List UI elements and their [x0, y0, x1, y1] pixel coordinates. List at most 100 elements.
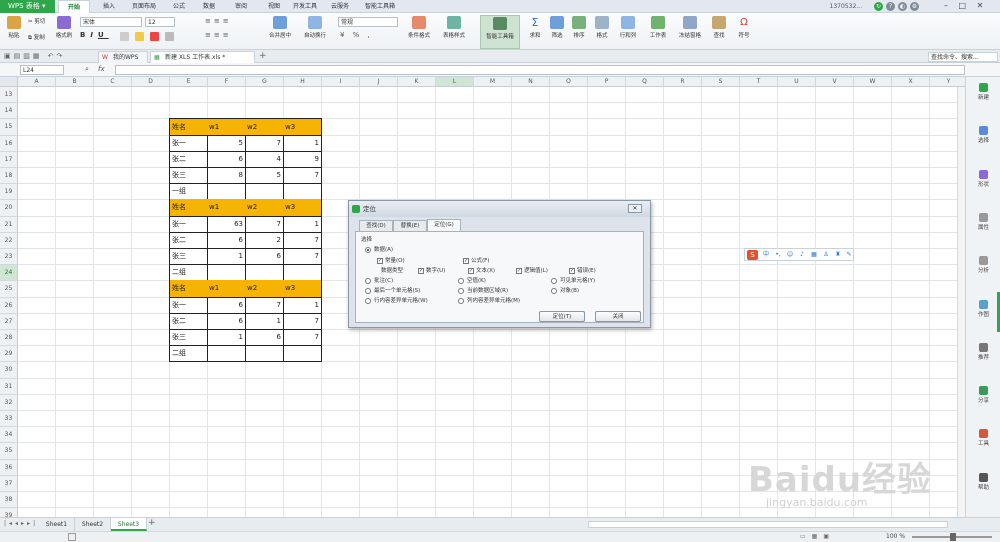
table-cell[interactable]: 5: [207, 134, 246, 152]
table-cell[interactable]: 二组: [169, 264, 208, 282]
menu-tab-4[interactable]: 数据: [197, 0, 221, 13]
minimize-icon[interactable]: –: [944, 1, 948, 10]
column-header[interactable]: G: [246, 77, 284, 87]
column-header[interactable]: P: [588, 77, 626, 87]
column-header[interactable]: S: [702, 77, 740, 87]
row-header[interactable]: 31: [0, 378, 18, 395]
table-cell[interactable]: [245, 345, 284, 363]
column-header[interactable]: N: [512, 77, 550, 87]
row-header[interactable]: 35: [0, 443, 18, 460]
last-cell-radio[interactable]: 最后一个单元格(S): [365, 286, 420, 294]
table-header-cell[interactable]: 姓名: [169, 118, 208, 136]
sheet-tab-sheet2[interactable]: Sheet2: [75, 518, 111, 531]
menu-tab-3[interactable]: 公式: [167, 0, 191, 13]
emoji-icon[interactable]: ☺: [786, 251, 794, 259]
dialog-close-icon[interactable]: ✕: [628, 204, 642, 213]
wrench-icon[interactable]: ✎: [845, 251, 853, 259]
column-header[interactable]: A: [18, 77, 56, 87]
table-cell[interactable]: 2: [245, 231, 284, 249]
table-cell[interactable]: 63: [207, 215, 246, 233]
app-logo-button[interactable]: WPS 表格 ▾: [0, 0, 55, 13]
table-header-cell[interactable]: w2: [245, 280, 284, 298]
table-cell[interactable]: [283, 183, 322, 201]
table-cell[interactable]: [245, 183, 284, 201]
sidebar-item-tools[interactable]: 工具: [966, 429, 1000, 447]
copy-button[interactable]: ⧉ 复制: [28, 33, 45, 42]
align-left-icons[interactable]: ≡≡≡: [205, 31, 232, 39]
type-number-checkbox[interactable]: ✓ 数字(U): [418, 266, 445, 274]
table-cell[interactable]: 一组: [169, 183, 208, 201]
merge-center-button[interactable]: 合并居中: [266, 16, 294, 39]
vertical-scrollbar[interactable]: [957, 87, 965, 517]
table-cell[interactable]: 1: [283, 134, 322, 152]
table-cell[interactable]: 7: [283, 231, 322, 249]
table-cell[interactable]: [207, 264, 246, 282]
new-tab-icon[interactable]: +: [259, 51, 267, 61]
table-cell[interactable]: 6: [245, 248, 284, 266]
row-header[interactable]: 15: [0, 119, 18, 136]
row-header[interactable]: 14: [0, 103, 18, 120]
tab-find[interactable]: 查找(D): [359, 220, 393, 231]
row-header[interactable]: 24: [0, 265, 18, 282]
skin-icon[interactable]: ◐: [898, 2, 907, 11]
blanks-radio[interactable]: 空值(K): [458, 276, 486, 284]
data-radio[interactable]: 数据(A): [365, 245, 393, 253]
type-logical-checkbox[interactable]: ✓ 逻辑值(L): [516, 266, 548, 274]
table-cell[interactable]: 6: [207, 296, 246, 314]
row-header[interactable]: 23: [0, 249, 18, 266]
font-name-select[interactable]: 宋体: [80, 17, 142, 27]
column-header[interactable]: W: [854, 77, 892, 87]
column-header[interactable]: X: [892, 77, 930, 87]
punctuation-icon[interactable]: •,: [774, 251, 782, 259]
column-header[interactable]: R: [664, 77, 702, 87]
border-icon[interactable]: [120, 32, 129, 41]
row-header[interactable]: 38: [0, 492, 18, 509]
command-search-input[interactable]: 查找命令、搜索...: [928, 52, 998, 62]
table-cell[interactable]: 9: [283, 150, 322, 168]
number-format-select[interactable]: 常规: [338, 17, 398, 27]
formula-input[interactable]: [115, 65, 965, 75]
account-name[interactable]: 1370532...: [830, 0, 862, 13]
sidebar-item-property[interactable]: 属性: [966, 212, 1000, 231]
name-box[interactable]: L24: [20, 65, 64, 75]
view-mode-icons[interactable]: ▭▦▣: [800, 533, 835, 540]
column-header[interactable]: D: [132, 77, 170, 87]
close-icon[interactable]: ✕: [977, 1, 984, 10]
row-header[interactable]: 18: [0, 168, 18, 185]
table-cell[interactable]: [245, 264, 284, 282]
column-header[interactable]: C: [94, 77, 132, 87]
wrap-text-button[interactable]: 自动换行: [300, 16, 330, 39]
table-cell[interactable]: [207, 183, 246, 201]
paste-button[interactable]: 粘贴: [3, 16, 25, 39]
table-cell[interactable]: 1: [245, 312, 284, 330]
table-header-cell[interactable]: w1: [207, 199, 246, 217]
find-button[interactable]: 查找: [708, 16, 730, 39]
sidebar-item-select[interactable]: 选择: [966, 126, 1000, 144]
column-header[interactable]: Y: [930, 77, 965, 87]
row-header[interactable]: 33: [0, 411, 18, 428]
row-header[interactable]: 21: [0, 216, 18, 233]
table-cell[interactable]: 7: [245, 134, 284, 152]
doc-tab-home[interactable]: W 我的WPS: [98, 51, 148, 63]
table-cell[interactable]: 张二: [169, 312, 208, 330]
skin-shirt-icon[interactable]: ♜: [834, 251, 842, 259]
smart-toolbox-button[interactable]: 智能工具箱: [480, 15, 520, 49]
fill-color-icon[interactable]: [135, 32, 144, 41]
filter-button[interactable]: 筛选: [547, 16, 567, 39]
table-header-cell[interactable]: 姓名: [169, 199, 208, 217]
column-header[interactable]: K: [398, 77, 436, 87]
column-header[interactable]: U: [778, 77, 816, 87]
table-cell[interactable]: 6: [207, 312, 246, 330]
fx-icon[interactable]: fx: [98, 65, 105, 73]
column-header[interactable]: L: [436, 77, 474, 87]
table-cell[interactable]: 1: [207, 248, 246, 266]
sidebar-item-recommend[interactable]: 推荐: [966, 342, 1000, 361]
table-style-button[interactable]: 表格样式: [438, 16, 470, 39]
settings-icon[interactable]: ⚙: [910, 2, 919, 11]
row-diff-radio[interactable]: 行内容差异单元格(W): [365, 296, 428, 304]
row-header[interactable]: 25: [0, 281, 18, 298]
format-painter-button[interactable]: 格式刷: [53, 16, 75, 39]
menu-tab-9[interactable]: 智能工具箱: [360, 0, 400, 13]
row-header[interactable]: 27: [0, 313, 18, 330]
clear-icon[interactable]: [165, 32, 174, 41]
